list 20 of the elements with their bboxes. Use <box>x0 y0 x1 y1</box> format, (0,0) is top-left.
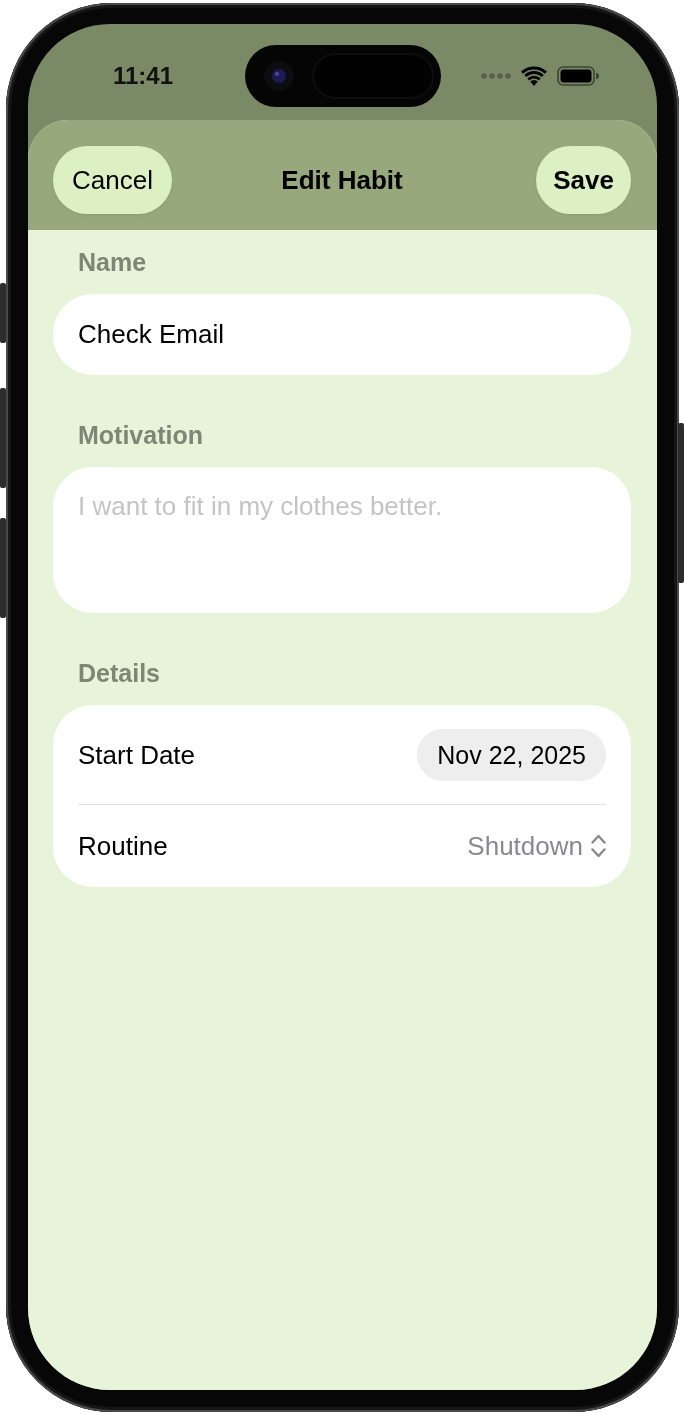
volume-button[interactable] <box>0 518 6 618</box>
section-label: Name <box>77 247 147 277</box>
power-button[interactable] <box>678 423 684 583</box>
volume-button[interactable] <box>0 388 6 488</box>
row-label: Start Date <box>78 739 196 770</box>
date-picker-button[interactable]: Nov 22, 2025 <box>417 728 606 781</box>
side-button[interactable] <box>0 283 6 343</box>
sheet-title: Edit Habit <box>281 165 403 195</box>
text-field[interactable]: Check Email <box>53 294 631 375</box>
signal-icon <box>480 73 511 79</box>
wifi-icon <box>520 66 547 86</box>
chevron-up-down-icon <box>591 834 606 858</box>
battery-icon <box>556 66 599 86</box>
multiline-text-field[interactable]: I want to fit in my clothes better. <box>53 467 631 613</box>
save-button[interactable]: Save <box>536 146 631 214</box>
status-time: 11:41 <box>113 62 174 90</box>
section-label: Motivation <box>77 420 203 450</box>
row-label: Routine <box>78 831 168 861</box>
cancel-button[interactable]: Cancel <box>53 146 172 214</box>
section-label: Details <box>77 658 160 688</box>
